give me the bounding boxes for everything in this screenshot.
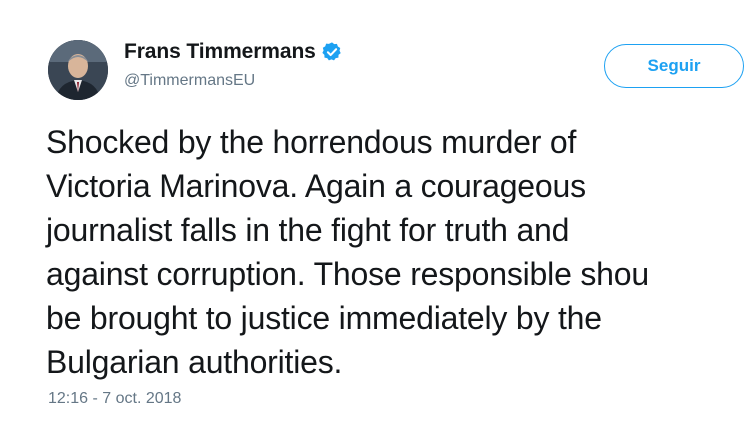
tweet-text-line: Victoria Marinova. Again a courageous xyxy=(46,168,586,204)
avatar[interactable] xyxy=(48,40,108,100)
follow-button[interactable]: Seguir xyxy=(604,44,744,88)
author-display-name[interactable]: Frans Timmermans xyxy=(124,40,316,64)
user-portrait-icon xyxy=(48,40,108,100)
tweet-card: Frans Timmermans @TimmermansEU Seguir Sh… xyxy=(0,0,750,425)
tweet-text: Shocked by the horrendous murder of Vict… xyxy=(46,120,750,384)
verified-badge-icon xyxy=(321,41,343,63)
tweet-text-line: Bulgarian authorities. xyxy=(46,344,343,380)
tweet-text-line: against corruption. Those responsible sh… xyxy=(46,256,649,292)
tweet-text-line: be brought to justice immediately by the xyxy=(46,300,602,336)
tweet-text-line: journalist falls in the fight for truth … xyxy=(46,212,570,248)
author-handle[interactable]: @TimmermansEU xyxy=(124,72,255,90)
author-name-row: Frans Timmermans xyxy=(124,40,343,64)
tweet-text-line: Shocked by the horrendous murder of xyxy=(46,124,577,160)
tweet-timestamp[interactable]: 12:16 - 7 oct. 2018 xyxy=(48,390,181,408)
